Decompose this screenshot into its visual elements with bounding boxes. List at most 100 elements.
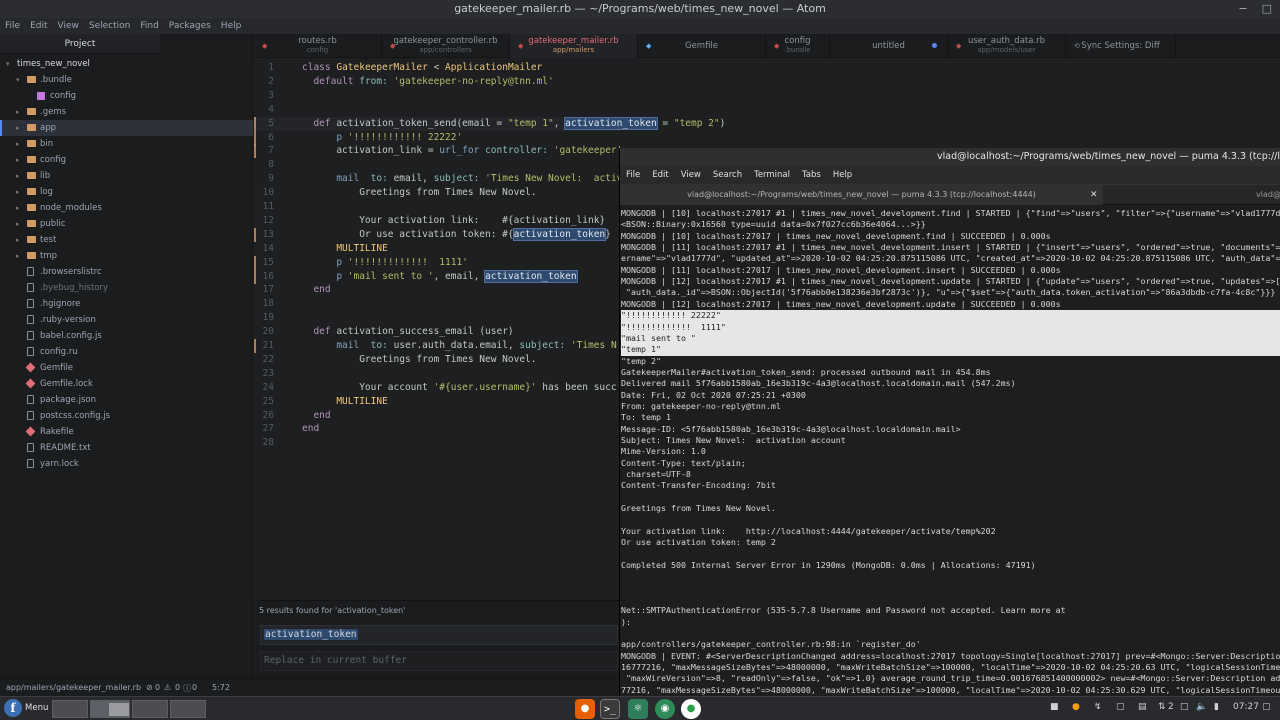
terminal-menu-search[interactable]: Search — [707, 166, 748, 184]
update-icon[interactable]: ● — [1072, 702, 1080, 712]
tree-item-config[interactable]: ▸ config — [0, 152, 253, 168]
tree-item-babel-config-js[interactable]: babel.config.js — [0, 328, 253, 344]
notes-app-icon[interactable]: ● — [681, 699, 701, 719]
code-line[interactable]: 9 mail to: email, subject: 'Times New No… — [254, 172, 622, 186]
start-menu-button[interactable]: Menu — [25, 703, 48, 713]
chevron-right-icon[interactable]: ▸ — [16, 136, 20, 152]
code-line[interactable]: 26 end — [254, 409, 620, 423]
tree-item-browserslistrc[interactable]: .browserslistrc — [0, 264, 253, 280]
status-warnings-icon[interactable]: ⚠ — [164, 683, 171, 692]
tab-routes-rb[interactable]: ◆ routes.rb config — [254, 34, 382, 58]
code-editor[interactable]: 1 class GatekeeperMailer < ApplicationMai… — [254, 58, 725, 598]
chevron-right-icon[interactable]: ▸ — [16, 104, 20, 120]
tree-item-tmp[interactable]: ▸ tmp — [0, 248, 253, 264]
menu-help[interactable]: Help — [216, 18, 247, 34]
tree-item-package-json[interactable]: package.json — [0, 392, 253, 408]
menu-find[interactable]: Find — [135, 18, 163, 34]
tree-item-gems[interactable]: ▸ .gems — [0, 104, 253, 120]
tab-config[interactable]: ◆ config .bundle — [766, 34, 830, 58]
minimize-icon[interactable]: − — [1238, 0, 1247, 18]
code-line[interactable]: 8 — [254, 158, 620, 172]
code-line[interactable]: 10 Greetings from Times New Novel. — [254, 186, 620, 200]
code-line[interactable]: 13 Or use activation token: #{activation… — [254, 227, 620, 242]
shield-icon[interactable]: ▢ — [1116, 702, 1125, 712]
code-line[interactable]: 20 def activation_success_email (user) — [254, 325, 620, 339]
tree-item-yarn-lock[interactable]: yarn.lock — [0, 456, 253, 472]
status-file-path[interactable]: app/mailers/gatekeeper_mailer.rb — [6, 683, 141, 692]
tab-gatekeeper-controller-rb[interactable]: ◆ gatekeeper_controller.rb app/controllers — [382, 34, 510, 58]
status-info-icon[interactable]: ⓘ — [183, 683, 191, 694]
tree-item-public[interactable]: ▸ public — [0, 216, 253, 232]
code-line[interactable]: 12 Your activation link: #{activation_li… — [254, 214, 620, 228]
tree-item-log[interactable]: ▸ log — [0, 184, 253, 200]
chevron-right-icon[interactable]: ▸ — [16, 216, 20, 232]
code-line[interactable]: 3 — [254, 89, 620, 103]
code-line[interactable]: 24 Your account '#{user.username}' has b… — [254, 381, 620, 395]
code-line[interactable]: 5 def activation_token_send(email = "tem… — [254, 116, 725, 131]
code-line[interactable]: 2 default from: 'gatekeeper-no-reply@tnn… — [254, 75, 620, 89]
find-input[interactable]: activation_token — [260, 625, 618, 645]
tree-item-lib[interactable]: ▸ lib — [0, 168, 253, 184]
code-line[interactable]: 6 p '!!!!!!!!!!!! 22222' — [254, 130, 620, 145]
code-line[interactable]: 14 MULTILINE — [254, 242, 620, 256]
workspace-4[interactable] — [170, 700, 206, 718]
terminal-menu-help[interactable]: Help — [827, 166, 858, 184]
tree-item-gemfile-lock[interactable]: Gemfile.lock — [0, 376, 253, 392]
tree-item-times-new-novel[interactable]: ▾ times_new_novel — [0, 56, 253, 72]
code-line[interactable]: 27 end — [254, 422, 620, 436]
chevron-down-icon[interactable]: ▾ — [16, 72, 20, 88]
terminal-menu-terminal[interactable]: Terminal — [748, 166, 796, 184]
code-line[interactable]: 11 — [254, 200, 620, 214]
chevron-right-icon[interactable]: ▸ — [16, 168, 20, 184]
terminal-menu-view[interactable]: View — [675, 166, 707, 184]
workspace-2[interactable] — [90, 700, 130, 718]
clipboard-icon[interactable]: ▤ — [1138, 702, 1147, 712]
code-line[interactable]: 21 mail to: user.auth_data.email, subjec… — [254, 339, 620, 353]
project-tab[interactable]: Project — [0, 34, 160, 54]
terminal-tab-second[interactable]: vlad@ — [1256, 185, 1280, 205]
code-line[interactable]: 16 p 'mail sent to ', email, activation_… — [254, 269, 620, 284]
tree-item-hgignore[interactable]: .hgignore — [0, 296, 253, 312]
tab-user-auth-data-rb[interactable]: ◆ user_auth_data.rb app/models/user — [948, 34, 1066, 58]
code-line[interactable]: 15 p '!!!!!!!!!!!!! 1111' — [254, 255, 620, 270]
tree-item-test[interactable]: ▸ test — [0, 232, 253, 248]
tree-item-rakefile[interactable]: Rakefile — [0, 424, 253, 440]
terminal-output[interactable]: MONGODB | [10] localhost:27017 #1 | time… — [620, 207, 1280, 696]
chevron-right-icon[interactable]: ▸ — [16, 200, 20, 216]
battery-icon[interactable]: ▮ — [1214, 702, 1219, 712]
tab-untitled[interactable]: untitled — [830, 34, 948, 58]
code-line[interactable]: 7 activation_link = url_for controller: … — [254, 144, 622, 159]
close-tab-icon[interactable]: ✕ — [1090, 190, 1098, 200]
code-line[interactable]: 1 class GatekeeperMailer < ApplicationMai… — [254, 61, 620, 75]
code-line[interactable]: 19 — [254, 311, 620, 325]
chevron-right-icon[interactable]: ▸ — [16, 232, 20, 248]
terminal-menu-tabs[interactable]: Tabs — [796, 166, 827, 184]
chevron-right-icon[interactable]: ▸ — [16, 120, 20, 136]
tree-item-ruby-version[interactable]: .ruby-version — [0, 312, 253, 328]
terminal-app-icon[interactable]: >_ — [600, 699, 620, 719]
code-line[interactable]: 18 — [254, 297, 620, 311]
tree-item-app[interactable]: ▸ app — [0, 120, 253, 136]
code-line[interactable]: 4 — [254, 103, 620, 117]
chevron-right-icon[interactable]: ▸ — [16, 248, 20, 264]
firefox-icon[interactable]: ● — [575, 699, 595, 719]
code-line[interactable]: 23 — [254, 367, 620, 381]
code-line[interactable]: 22 Greetings from Times New Novel. — [254, 353, 620, 367]
tab-sync-settings-diff[interactable]: ⟲ Sync Settings: Diff — [1066, 34, 1176, 58]
menu-edit[interactable]: Edit — [25, 18, 52, 34]
fedora-logo-icon[interactable]: f — [4, 699, 22, 717]
terminal-tab-active[interactable]: vlad@localhost:~/Programs/web/times_new_… — [620, 185, 1103, 205]
storage-icon[interactable]: □ — [1180, 702, 1189, 712]
tree-item-config-ru[interactable]: config.ru — [0, 344, 253, 360]
tree-item-config[interactable]: config — [0, 88, 253, 104]
tree-item-gemfile[interactable]: Gemfile — [0, 360, 253, 376]
notifications-icon[interactable]: ▢ — [1262, 702, 1271, 712]
terminal-menu-edit[interactable]: Edit — [646, 166, 674, 184]
tree-item-bundle[interactable]: ▾ .bundle — [0, 72, 253, 88]
tab-gatekeeper-mailer-rb[interactable]: ◆ gatekeeper_mailer.rb app/mailers — [510, 34, 638, 58]
terminal-menu-file[interactable]: File — [620, 166, 646, 184]
maximize-icon[interactable]: □ — [1262, 0, 1272, 18]
atom-app-icon[interactable]: ⚛ — [628, 699, 648, 719]
code-line[interactable]: 28 — [254, 436, 620, 450]
code-line[interactable]: 25 MULTILINE — [254, 395, 620, 409]
